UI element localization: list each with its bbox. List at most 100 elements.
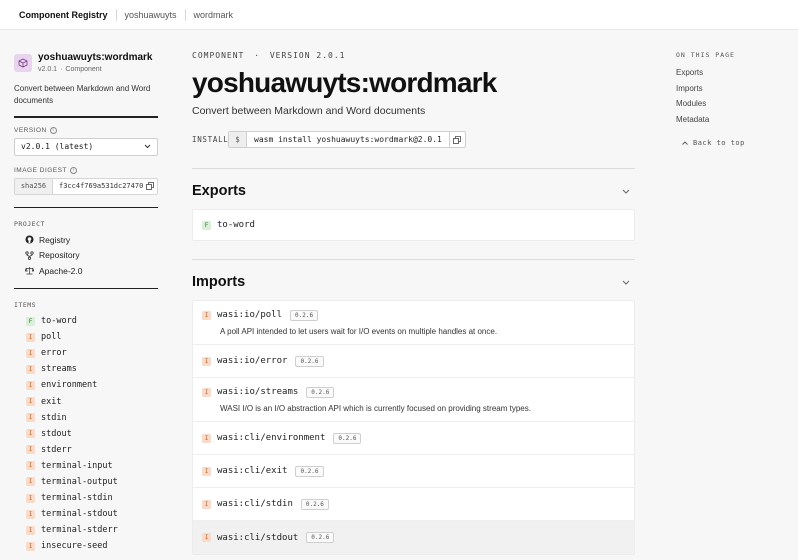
version-badge: 0.2.6 (333, 432, 362, 444)
sidebar-item-label: terminal-output (41, 476, 118, 487)
package-kind: Component (65, 66, 102, 73)
digest-label: IMAGE DIGEST i (14, 166, 158, 174)
divider (184, 8, 186, 21)
sidebar-item-exit[interactable]: Iexit (14, 393, 158, 409)
import-row[interactable]: Iwasi:cli/stdout 0.2.6 (193, 521, 634, 554)
interface-badge: I (26, 541, 35, 551)
exports-header[interactable]: Exports (192, 183, 635, 199)
import-row-line: Iwasi:cli/exit 0.2.6 (202, 465, 634, 477)
import-name: wasi:io/streams (217, 387, 299, 397)
import-row[interactable]: Iwasi:cli/exit 0.2.6 (193, 455, 634, 488)
chevron-down-icon (144, 142, 151, 151)
project-label: PROJECT (14, 220, 45, 228)
interface-badge: I (202, 387, 211, 397)
toc-link-exports[interactable]: Exports (676, 65, 786, 81)
sidebar-item-stdin[interactable]: Istdin (14, 410, 158, 426)
sidebar-item-label: to-word (41, 316, 77, 327)
meta-separator: · (60, 66, 63, 73)
copy-icon[interactable] (143, 182, 157, 190)
sidebar-item-label: terminal-input (41, 460, 113, 471)
interface-badge: I (202, 310, 211, 320)
sidebar-item-label: poll (41, 332, 62, 343)
import-name: wasi:cli/environment (217, 433, 326, 443)
import-name: wasi:cli/exit (217, 466, 288, 476)
sidebar-item-terminal-output[interactable]: Iterminal-output (14, 474, 158, 490)
page-title: yoshuawuyts:wordmark (192, 67, 497, 98)
info-icon: i (49, 126, 57, 134)
interface-badge: I (26, 445, 35, 455)
sidebar-item-label: stdin (41, 412, 67, 423)
imports-header[interactable]: Imports (192, 274, 635, 290)
sidebar-item-terminal-stdout[interactable]: Iterminal-stdout (14, 506, 158, 522)
interface-badge: I (26, 380, 35, 390)
import-row-line: Iwasi:io/error 0.2.6 (202, 355, 634, 367)
sidebar-item-error[interactable]: Ierror (14, 345, 158, 361)
sidebar-item-to-word[interactable]: Fto-word (14, 313, 158, 329)
sidebar-item-terminal-input[interactable]: Iterminal-input (14, 458, 158, 474)
table-of-contents: ON THIS PAGE Exports Imports Modules Metada… (676, 30, 786, 147)
project-link-registry[interactable]: Registry (14, 232, 158, 248)
function-badge: F (202, 220, 211, 230)
project-link-repository[interactable]: Repository (14, 248, 158, 264)
version-select[interactable]: v2.0.1 (latest) (14, 137, 158, 156)
scale-icon (25, 266, 34, 275)
version-badge: 0.2.6 (290, 309, 319, 321)
package-name: yoshuawuyts:wordmark (38, 52, 153, 63)
sidebar-item-environment[interactable]: Ienvironment (14, 377, 158, 393)
sidebar-item-stdout[interactable]: Istdout (14, 426, 158, 442)
sidebar-item-terminal-stdin[interactable]: Iterminal-stdin (14, 490, 158, 506)
interface-badge: I (26, 509, 35, 519)
divider (14, 116, 158, 118)
chevron-down-icon[interactable] (621, 186, 631, 196)
version-select-value: v2.0.1 (latest) (21, 142, 94, 151)
import-row-line: Iwasi:io/streams 0.2.6 (202, 386, 634, 398)
sidebar-item-terminal-stderr[interactable]: Iterminal-stderr (14, 522, 158, 538)
import-row-line: Iwasi:io/poll 0.2.6 (202, 309, 634, 321)
items-list: Fto-word Ipoll Ierror Istreams Ienvironment I… (14, 313, 158, 554)
interface-badge: I (26, 525, 35, 535)
info-icon: i (69, 166, 77, 174)
interface-badge: I (26, 332, 35, 342)
import-row[interactable]: Iwasi:cli/stdin 0.2.6 (193, 488, 634, 521)
interface-badge: I (26, 461, 35, 471)
interface-badge: I (26, 348, 35, 358)
import-name: wasi:io/poll (217, 310, 283, 320)
toc-link-modules[interactable]: Modules (676, 96, 786, 112)
project-link-license[interactable]: Apache-2.0 (14, 263, 158, 279)
export-row[interactable]: Fto-word (193, 210, 634, 240)
sidebar-item-label: insecure-seed (41, 541, 108, 552)
imports-list: Iwasi:io/poll 0.2.6 A poll API intended to… (192, 300, 635, 555)
import-row[interactable]: Iwasi:io/poll 0.2.6 A poll API intended to… (193, 301, 634, 345)
back-to-top-link[interactable]: Back to top (676, 139, 786, 147)
toc-link-imports[interactable]: Imports (676, 81, 786, 97)
kicker-version: VERSION 2.0.1 (269, 51, 346, 60)
breadcrumb-namespace[interactable]: yoshuawuyts (125, 10, 177, 20)
import-name: wasi:cli/stdout (217, 532, 299, 543)
sidebar-item-poll[interactable]: Ipoll (14, 329, 158, 345)
items-label: ITEMS (14, 301, 37, 309)
exports-title: Exports (192, 183, 246, 199)
import-row[interactable]: Iwasi:io/error 0.2.6 (193, 345, 634, 378)
chevron-down-icon[interactable] (621, 277, 631, 287)
exports-list: Fto-word (192, 209, 635, 241)
top-bar: Component Registry yoshuawuyts wordmark (0, 0, 798, 30)
toc-link-metadata[interactable]: Metadata (676, 112, 786, 128)
breadcrumb-package[interactable]: wordmark (194, 10, 234, 20)
install-command-text[interactable]: wasm install yoshuawuyts:wordmark@2.0.1 (247, 135, 449, 144)
install-box: $ wasm install yoshuawuyts:wordmark@2.0.… (228, 131, 466, 148)
package-description: Convert between Markdown and Word docume… (14, 84, 151, 105)
install-command: INSTALL $ wasm install yoshuawuyts:wordm… (192, 131, 635, 148)
back-to-top-label: Back to top (693, 139, 745, 147)
sidebar-item-streams[interactable]: Istreams (14, 361, 158, 377)
import-row[interactable]: Iwasi:cli/environment 0.2.6 (193, 422, 634, 455)
import-row[interactable]: Iwasi:io/streams 0.2.6 WASI I/O is an I/O … (193, 378, 634, 422)
sidebar-item-insecure-seed[interactable]: Iinsecure-seed (14, 538, 158, 554)
chevron-up-icon (682, 139, 688, 147)
brand-link[interactable]: Component Registry (19, 10, 108, 20)
divider (14, 206, 158, 208)
interface-badge: I (26, 477, 35, 487)
project-link-label: Registry (39, 234, 71, 245)
copy-icon[interactable] (448, 132, 465, 147)
sidebar-item-label: streams (41, 364, 77, 375)
sidebar-item-stderr[interactable]: Istderr (14, 442, 158, 458)
